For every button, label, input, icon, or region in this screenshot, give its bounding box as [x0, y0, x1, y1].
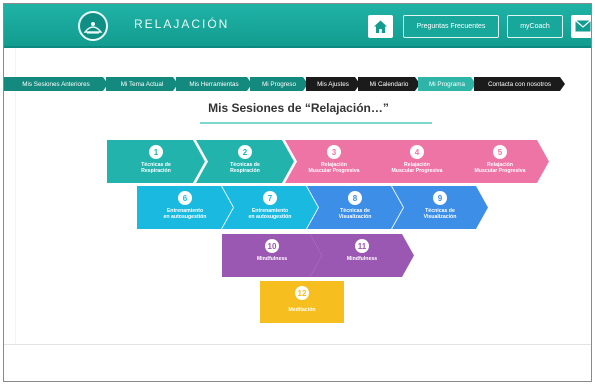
nav-item-herramientas[interactable]: Mis Herramientas [176, 77, 252, 91]
left-divider [4, 48, 16, 344]
page-title: Mis Sesiones de “Relajación…” [208, 101, 389, 115]
nav-item-programa[interactable]: Mi Programa [418, 77, 476, 91]
step-number: 1 [149, 145, 163, 159]
step-number: 5 [493, 145, 507, 159]
session-step-3[interactable]: 3 Relajación Muscular Progresiva [285, 140, 383, 183]
footer-divider [4, 344, 591, 345]
session-step-8[interactable]: 8 Técnicas de Visualización [307, 186, 403, 229]
nav-item-progreso[interactable]: Mi Progreso [250, 77, 308, 91]
step-label: Mindfulness [346, 256, 378, 262]
step-number: 7 [263, 191, 277, 205]
session-step-10[interactable]: 10 Mindfulness [222, 234, 322, 277]
step-number: 4 [410, 145, 424, 159]
step-label: Técnicas de Visualización [423, 208, 457, 220]
app-frame: RELAJACIÓN Preguntas Frecuentes myCoach … [3, 3, 592, 382]
nav-item-contacta[interactable]: Contacta con nosotros [474, 77, 565, 91]
session-step-9[interactable]: 9 Técnicas de Visualización [392, 186, 488, 229]
nav-item-tema-actual[interactable]: Mi Tema Actual [106, 77, 178, 91]
main-nav: Mis Sesiones Anteriores Mi Tema Actual M… [4, 77, 592, 91]
home-button[interactable] [368, 15, 393, 38]
session-step-11[interactable]: 11 Mindfulness [310, 234, 414, 277]
step-label: Técnicas de Respiración [230, 162, 260, 174]
title-underline [200, 122, 432, 124]
mail-button[interactable] [571, 15, 591, 38]
session-step-4[interactable]: 4 Relajación Muscular Progresiva [368, 140, 466, 183]
session-step-5[interactable]: 5 Relajación Muscular Progresiva [451, 140, 549, 183]
step-label: Meditación [288, 307, 316, 313]
logo-icon[interactable] [78, 11, 108, 41]
step-label: Entrenamiento en autosugestión [163, 208, 207, 220]
step-label: Entrenamiento en autosugestión [248, 208, 292, 220]
app-title: RELAJACIÓN [134, 17, 230, 31]
step-label: Técnicas de Visualización [338, 208, 372, 220]
session-step-7[interactable]: 7 Entrenamiento en autosugestión [222, 186, 318, 229]
step-number: 9 [433, 191, 447, 205]
step-number: 2 [238, 145, 252, 159]
mail-icon [575, 20, 591, 32]
step-number: 12 [295, 286, 309, 300]
nav-item-calendario[interactable]: Mi Calendario [358, 77, 420, 91]
step-number: 11 [355, 239, 369, 253]
session-step-6[interactable]: 6 Entrenamiento en autosugestión [137, 186, 233, 229]
step-number: 3 [327, 145, 341, 159]
step-label: Relajación Muscular Progresiva [474, 162, 526, 174]
step-label: Mindfulness [256, 256, 288, 262]
nav-item-ajustes[interactable]: Mis Ajustes [306, 77, 360, 91]
mycoach-button[interactable]: myCoach [507, 15, 563, 38]
faq-button[interactable]: Preguntas Frecuentes [403, 15, 499, 38]
step-number: 8 [348, 191, 362, 205]
header-bar: RELAJACIÓN Preguntas Frecuentes myCoach [4, 4, 591, 48]
step-number: 6 [178, 191, 192, 205]
step-label: Relajación Muscular Progresiva [391, 162, 443, 174]
session-step-1[interactable]: 1 Técnicas de Respiración [107, 140, 205, 183]
step-label: Técnicas de Respiración [141, 162, 171, 174]
session-step-2[interactable]: 2 Técnicas de Respiración [196, 140, 294, 183]
nav-item-sesiones-anteriores[interactable]: Mis Sesiones Anteriores [4, 77, 108, 91]
session-step-12[interactable]: 12 Meditación [260, 281, 344, 323]
step-number: 10 [265, 239, 279, 253]
step-label: Relajación Muscular Progresiva [308, 162, 360, 174]
home-icon [374, 20, 387, 33]
